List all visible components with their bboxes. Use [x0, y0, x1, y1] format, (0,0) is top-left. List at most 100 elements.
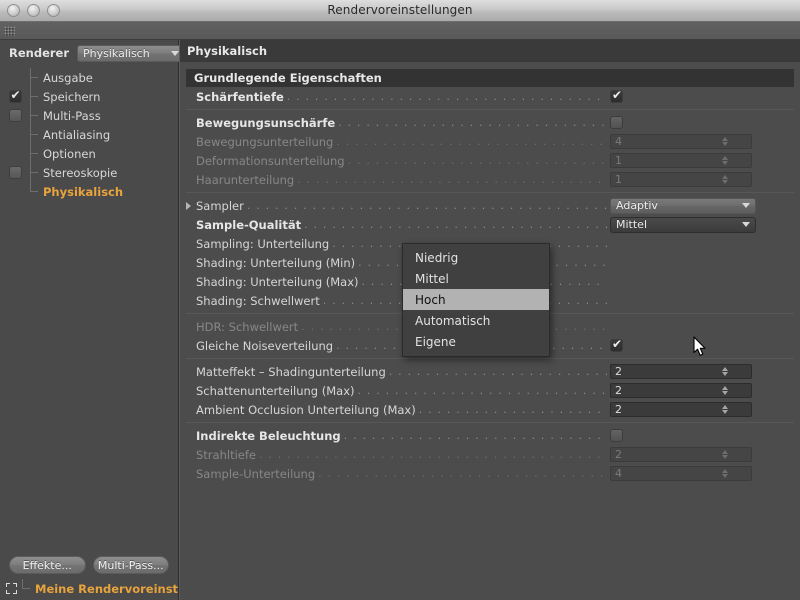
setting-checkbox[interactable]: [610, 429, 623, 442]
sidebar-item-ausgabe[interactable]: Ausgabe: [0, 68, 178, 87]
setting-control: [610, 88, 800, 103]
renderer-dropdown[interactable]: Physikalisch: [77, 44, 186, 62]
setting-checkbox[interactable]: [610, 337, 623, 352]
spinner-arrows-icon[interactable]: [721, 386, 729, 395]
sidebar-item-speichern[interactable]: Speichern: [0, 87, 178, 106]
setting-dropdown[interactable]: Mittel: [610, 216, 756, 233]
setting-spinner[interactable]: 2: [610, 402, 752, 417]
setting-dropdown[interactable]: Adaptiv: [610, 197, 756, 214]
setting-label: HDR: Schwellwert: [196, 319, 299, 334]
spinner-arrows-icon[interactable]: [721, 367, 729, 376]
setting-spinner[interactable]: 2: [610, 383, 752, 398]
spinner-arrows-icon[interactable]: [721, 175, 729, 184]
setting-row-indirekte-beleuchtung: Indirekte Beleuchtung. . . . . . . . . .…: [180, 426, 800, 445]
twirl-down-icon[interactable]: [186, 202, 191, 210]
dropdown-value: Adaptiv: [616, 199, 658, 212]
sidebar-item-label: Physikalisch: [43, 184, 124, 199]
setting-checkbox[interactable]: [610, 116, 623, 129]
window-body: Renderer Physikalisch Ausgabe Speichern Mu…: [0, 40, 800, 600]
setting-control: 1: [610, 153, 800, 168]
setting-spinner[interactable]: 2: [610, 364, 752, 379]
sidebar-buttons: Effekte... Multi-Pass...: [0, 556, 178, 579]
setting-row-deformationsunterteilung: Deformationsunterteilung. . . . . . . . …: [180, 151, 800, 170]
tree-branch-line: [30, 68, 43, 87]
dot-leader: . . . . . . . . . . . . . . . . . . . . …: [338, 116, 607, 129]
tree-checkbox[interactable]: [8, 166, 22, 179]
dot-leader: . . . . . . . . . . . . . . . . . . . . …: [418, 403, 607, 416]
spinner-value: 2: [615, 365, 622, 378]
setting-control: Mittel: [610, 216, 800, 233]
dropdown-option-niedrig[interactable]: Niedrig: [403, 247, 549, 268]
dot-leader: . . . . . . . . . . . . . . . . . . . . …: [318, 467, 607, 480]
setting-label: Sample-Unterteilung: [196, 466, 316, 481]
setting-row-matteffekt-shadingunterteilung: Matteffekt – Shadingunterteilung. . . . …: [180, 362, 800, 381]
row-separator: [186, 422, 794, 423]
multi-pass-button[interactable]: Multi-Pass...: [92, 556, 169, 574]
sidebar-item-multi-pass[interactable]: Multi-Pass: [0, 106, 178, 125]
dot-leader: . . . . . . . . . . . . . . . . . . . . …: [347, 154, 607, 167]
setting-spinner[interactable]: 1: [610, 153, 752, 168]
setting-label: Shading: Schwellwert: [196, 293, 320, 308]
setting-label: Shading: Unterteilung (Max): [196, 274, 359, 289]
dot-leader: . . . . . . . . . . . . . . . . . . . . …: [286, 90, 607, 103]
dropdown-option-hoch[interactable]: Hoch: [403, 289, 549, 310]
preset-tree-item[interactable]: Meine Rendervoreinstellun: [0, 579, 178, 598]
renderer-dropdown-value: Physikalisch: [83, 46, 150, 60]
sidebar-item-physikalisch[interactable]: Physikalisch: [0, 182, 178, 201]
dot-leader: . . . . . . . . . . . . . . . . . . . . …: [304, 218, 607, 231]
setting-spinner[interactable]: 2: [610, 447, 752, 462]
tree-checkbox[interactable]: [8, 109, 22, 122]
setting-row-bewegungsunschärfe: Bewegungsunschärfe. . . . . . . . . . . …: [180, 113, 800, 132]
spinner-value: 2: [615, 403, 622, 416]
tree-checkbox[interactable]: [8, 88, 22, 103]
row-separator: [186, 109, 794, 110]
effects-button[interactable]: Effekte...: [9, 556, 86, 574]
tree-branch-line: [30, 182, 43, 201]
spinner-value: 2: [615, 448, 622, 461]
spinner-arrows-icon[interactable]: [721, 156, 729, 165]
sidebar-item-antialiasing[interactable]: Antialiasing: [0, 125, 178, 144]
setting-control: Adaptiv: [610, 197, 800, 214]
sidebar-item-stereoskopie[interactable]: Stereoskopie: [0, 163, 178, 182]
setting-label: Bewegungsunterteilung: [196, 134, 334, 149]
setting-row-strahltiefe: Strahltiefe. . . . . . . . . . . . . . .…: [180, 445, 800, 464]
setting-control: 4: [610, 134, 800, 149]
dot-leader: . . . . . . . . . . . . . . . . . . . . …: [258, 448, 607, 461]
dropdown-option-eigene[interactable]: Eigene: [403, 331, 549, 352]
window-title: Rendervoreinstellungen: [327, 3, 473, 17]
setting-control: 4: [610, 466, 800, 481]
spinner-arrows-icon[interactable]: [721, 450, 729, 459]
setting-label: Sampler: [196, 198, 244, 213]
setting-control: 2: [610, 383, 800, 398]
tree-branch-line: [30, 125, 43, 144]
spinner-arrows-icon[interactable]: [721, 137, 729, 146]
setting-control: 1: [610, 172, 800, 187]
dropdown-option-automatisch[interactable]: Automatisch: [403, 310, 549, 331]
setting-checkbox[interactable]: [610, 88, 623, 103]
sample-quality-dropdown-menu[interactable]: Niedrig Mittel Hoch Automatisch Eigene: [402, 243, 550, 357]
setting-control: [610, 337, 800, 352]
setting-label: Haarunterteilung: [196, 172, 295, 187]
chevron-down-icon: [742, 203, 750, 208]
sidebar-footer: Effekte... Multi-Pass... Meine Rendervor…: [0, 556, 178, 600]
panel-title: Physikalisch: [180, 40, 800, 62]
drag-grip-icon[interactable]: [4, 26, 15, 36]
sidebar-item-optionen[interactable]: Optionen: [0, 144, 178, 163]
group-title: Grundlegende Eigenschaften: [186, 69, 794, 87]
spinner-arrows-icon[interactable]: [721, 469, 729, 478]
tree-branch-line: [30, 163, 43, 182]
setting-row-sample-qualität: Sample-Qualität. . . . . . . . . . . . .…: [180, 215, 800, 234]
setting-spinner[interactable]: 1: [610, 172, 752, 187]
spinner-value: 2: [615, 384, 622, 397]
window-titlebar[interactable]: Rendervoreinstellungen: [0, 0, 800, 22]
dropdown-option-mittel[interactable]: Mittel: [403, 268, 549, 289]
tree-branch-line: [30, 144, 43, 163]
setting-spinner[interactable]: 4: [610, 466, 752, 481]
render-settings-tree: Ausgabe Speichern Multi-Pass Antialiasing Op…: [0, 66, 178, 556]
setting-label: Bewegungsunschärfe: [196, 115, 336, 130]
row-separator: [186, 358, 794, 359]
setting-spinner[interactable]: 4: [610, 134, 752, 149]
spinner-arrows-icon[interactable]: [721, 405, 729, 414]
dot-leader: . . . . . . . . . . . . . . . . . . . . …: [388, 365, 607, 378]
dot-leader: . . . . . . . . . . . . . . . . . . . . …: [297, 173, 607, 186]
